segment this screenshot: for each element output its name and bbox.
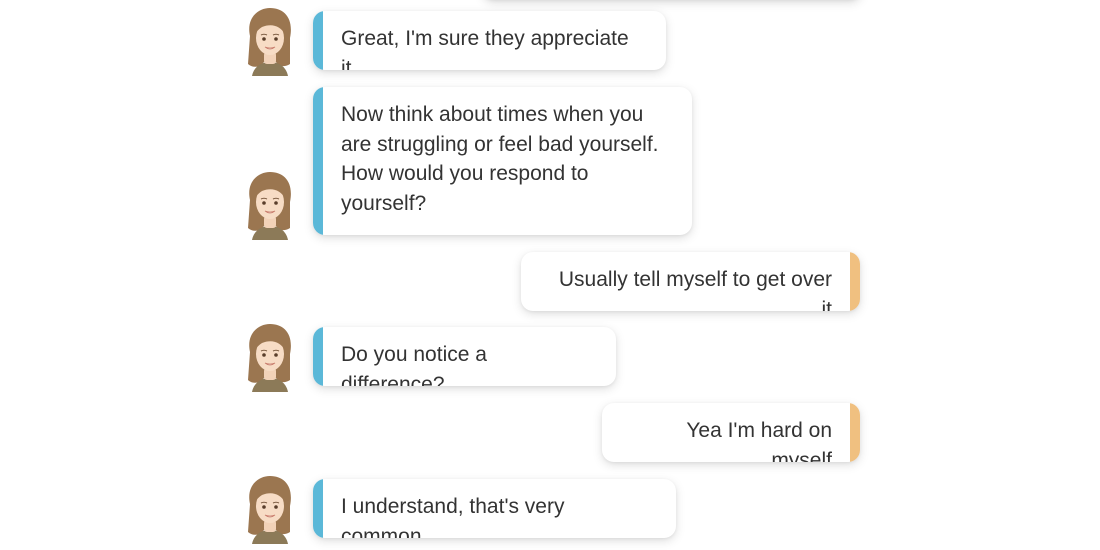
chat-transcript: Great, I'm sure they appreciate it Now t… (0, 0, 1100, 550)
female-coach-avatar-icon (238, 6, 302, 76)
female-coach-avatar-icon (238, 474, 302, 544)
chat-message-bot: Do you notice a difference? (313, 327, 616, 386)
chat-message-user: Usually tell myself to get over it (521, 252, 860, 311)
chat-message-user: Yea I'm hard on myself (602, 403, 860, 462)
chat-message-bot: I understand, that's very common. (313, 479, 676, 538)
female-coach-avatar-icon (238, 322, 302, 392)
chat-message-bot: Now think about times when you are strug… (313, 87, 692, 235)
female-coach-avatar-icon (238, 170, 302, 240)
chat-message-bot: Great, I'm sure they appreciate it (313, 11, 666, 70)
